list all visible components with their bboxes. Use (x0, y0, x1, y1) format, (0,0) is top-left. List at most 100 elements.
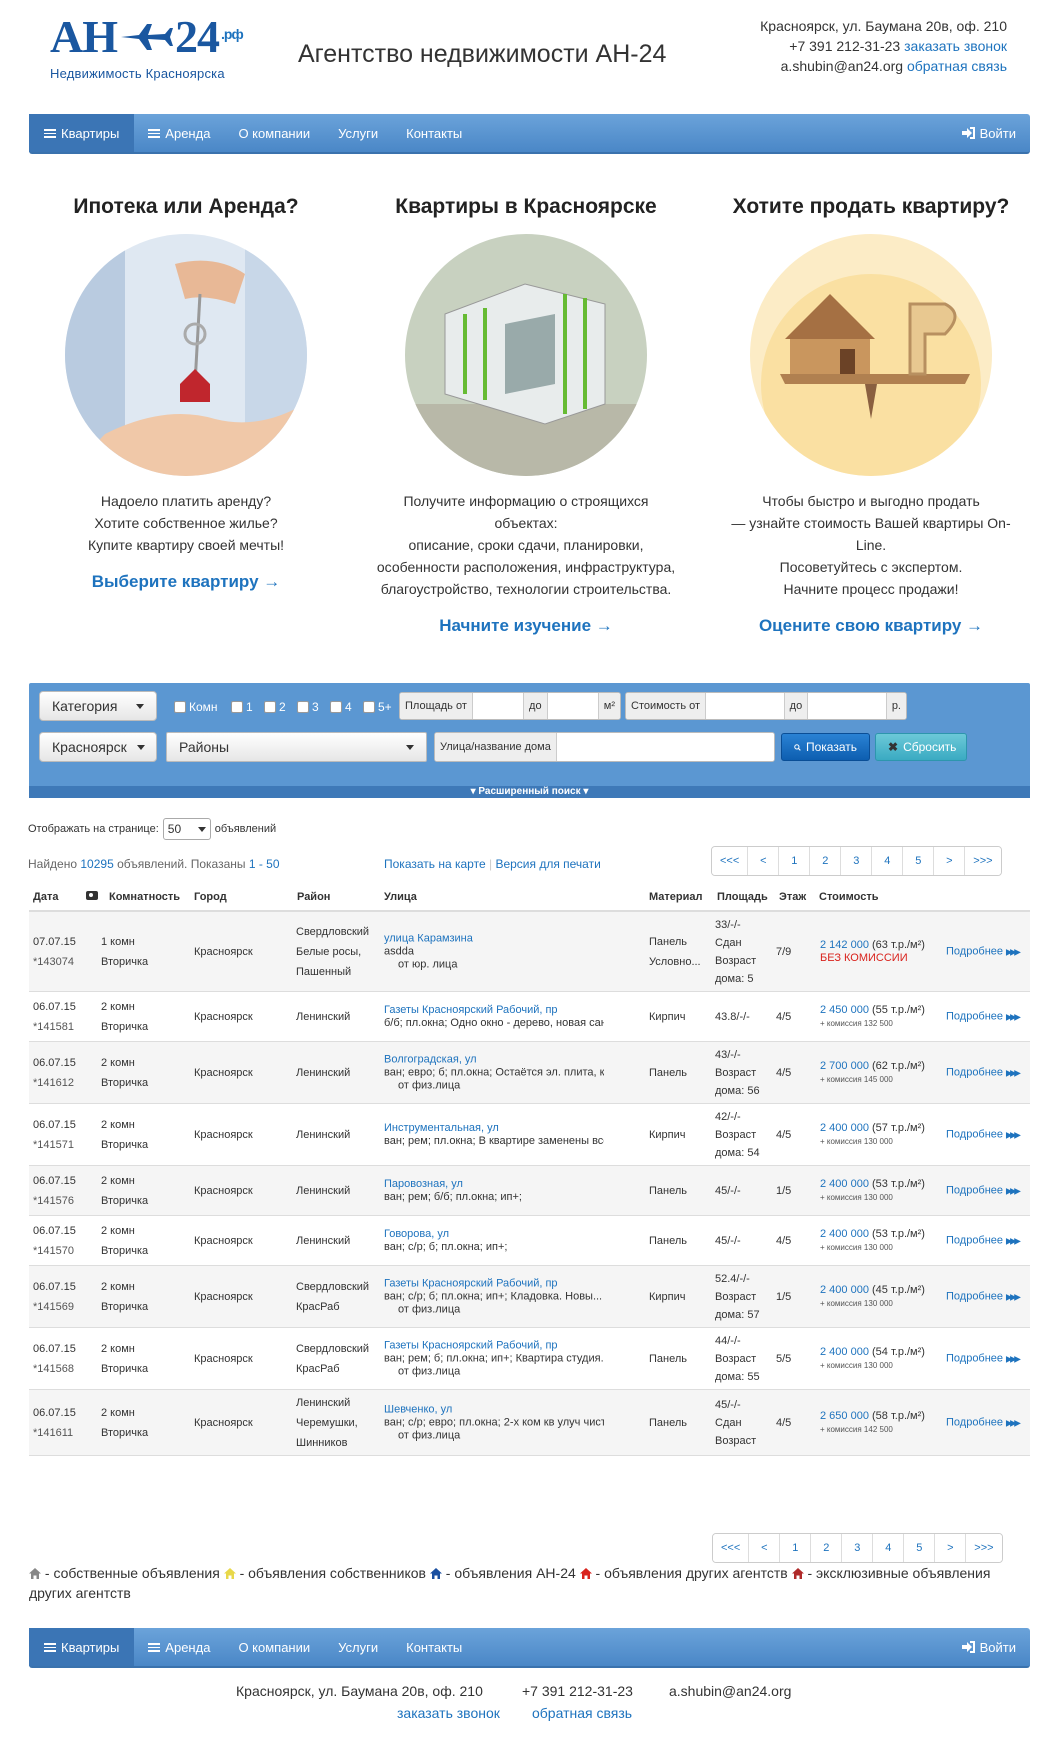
page-last[interactable]: >>> (965, 1534, 1002, 1562)
show-on-map-link[interactable]: Показать на карте (384, 857, 486, 871)
page-1[interactable]: 1 (778, 847, 810, 875)
price-from-input[interactable] (706, 693, 784, 719)
nav-contacts[interactable]: Контакты (392, 114, 476, 152)
page-first[interactable]: <<< (712, 847, 748, 875)
nav-rent[interactable]: Аренда (134, 114, 224, 152)
start-study-link[interactable]: Начните изучение → (376, 616, 676, 636)
rooms-4-checkbox[interactable]: 4 (330, 700, 352, 714)
nav-services[interactable]: Услуги (324, 1628, 392, 1666)
nav-contacts[interactable]: Контакты (392, 1628, 476, 1666)
col-area[interactable]: Площадь (717, 891, 768, 903)
street-link[interactable]: улица Карамзина (384, 932, 473, 944)
area-to-input[interactable] (547, 693, 598, 719)
nav-services[interactable]: Услуги (324, 114, 392, 152)
login-button[interactable]: Войти (948, 1628, 1030, 1666)
col-floor[interactable]: Этаж (779, 891, 806, 903)
districts-select[interactable]: Районы (166, 732, 427, 762)
callback-link[interactable]: заказать звонок (904, 38, 1007, 54)
per-page-select[interactable]: 50 (162, 818, 211, 840)
page-1[interactable]: 1 (779, 1534, 811, 1562)
street-input[interactable] (556, 733, 774, 761)
category-dropdown[interactable]: Категория (39, 691, 157, 721)
page-2[interactable]: 2 (809, 847, 841, 875)
page-4[interactable]: 4 (871, 847, 903, 875)
col-material[interactable]: Материал (649, 891, 703, 903)
nav-rent[interactable]: Аренда (134, 1628, 224, 1666)
page-3[interactable]: 3 (841, 1534, 873, 1562)
col-street[interactable]: Улица (384, 891, 417, 903)
area-from-input[interactable] (472, 693, 524, 719)
details-link[interactable]: Подробнее ▶▶▶ (946, 1286, 1021, 1307)
advanced-search-toggle[interactable]: ▾ Расширенный поиск ▾ (29, 786, 1030, 798)
feedback-link[interactable]: обратная связь (907, 58, 1007, 74)
page-last[interactable]: >>> (964, 847, 1001, 875)
rooms-1-checkbox[interactable]: 1 (231, 700, 253, 714)
street-link[interactable]: Газеты Красноярский Рабочий, пр (384, 1339, 558, 1351)
rooms-any-checkbox[interactable]: Комн (174, 700, 218, 714)
rooms-5plus-checkbox[interactable]: 5+ (363, 700, 392, 714)
cell-rooms: 2 комн Вторичка (101, 1339, 148, 1379)
cell-text: 4/5 (776, 1416, 792, 1429)
table-row[interactable]: 06.07.15 *141570 2 комн Вторичка Красноярск Л… (29, 1216, 1030, 1266)
nav-apartments[interactable]: Квартиры (29, 114, 135, 152)
city-dropdown[interactable]: Красноярск (39, 732, 157, 762)
page-5[interactable]: 5 (902, 847, 934, 875)
table-row[interactable]: 07.07.15 *143074 1 комн Вторичка Красноярск С… (29, 912, 1030, 992)
table-row[interactable]: 06.07.15 *141571 2 комн Вторичка Красноярск Л… (29, 1104, 1030, 1166)
reset-button[interactable]: ✖ Сбросить (875, 733, 967, 761)
page-5[interactable]: 5 (903, 1534, 935, 1562)
street-link[interactable]: Газеты Красноярский Рабочий, пр (384, 1004, 558, 1016)
table-row[interactable]: 06.07.15 *141612 2 комн Вторичка Красноярск Л… (29, 1042, 1030, 1104)
street-link[interactable]: Инструментальная, ул (384, 1122, 499, 1134)
col-city[interactable]: Город (194, 891, 227, 903)
table-row[interactable]: 06.07.15 *141611 2 комн Вторичка Красноярск Л… (29, 1390, 1030, 1456)
street-link[interactable]: Шевченко, ул (384, 1403, 452, 1415)
details-link[interactable]: Подробнее ▶▶▶ (946, 941, 1021, 962)
page-prev[interactable]: < (748, 1534, 780, 1562)
cell-text: 4/5 (776, 1066, 792, 1079)
page-4[interactable]: 4 (872, 1534, 904, 1562)
col-district[interactable]: Район (297, 891, 330, 903)
page-3[interactable]: 3 (840, 847, 872, 875)
col-rooms[interactable]: Комнатность (109, 891, 180, 903)
footer-feedback-link[interactable]: обратная связь (532, 1705, 632, 1721)
details-link[interactable]: Подробнее ▶▶▶ (946, 1348, 1021, 1369)
nav-about[interactable]: О компании (224, 114, 324, 152)
page-2[interactable]: 2 (810, 1534, 842, 1562)
details-link[interactable]: Подробнее ▶▶▶ (946, 1124, 1021, 1145)
details-link[interactable]: Подробнее ▶▶▶ (946, 1412, 1021, 1433)
rooms-2-checkbox[interactable]: 2 (264, 700, 286, 714)
price-to-input[interactable] (808, 693, 886, 719)
show-button[interactable]: Показать (781, 733, 870, 761)
page-first[interactable]: <<< (713, 1534, 749, 1562)
street-link[interactable]: Волгоградская, ул (384, 1053, 477, 1065)
details-link[interactable]: Подробнее ▶▶▶ (946, 1006, 1021, 1027)
cell-area: 52.4/-/- Возраст дома: 57 (715, 1270, 760, 1324)
col-price[interactable]: Стоимость (819, 891, 879, 903)
table-row[interactable]: 06.07.15 *141581 2 комн Вторичка Красноярск Л… (29, 992, 1030, 1042)
details-link[interactable]: Подробнее ▶▶▶ (946, 1230, 1021, 1251)
street-link[interactable]: Паровозная, ул (384, 1178, 463, 1190)
rooms-3-checkbox[interactable]: 3 (297, 700, 319, 714)
table-row[interactable]: 06.07.15 *141569 2 комн Вторичка Красноярск С… (29, 1266, 1030, 1328)
cell-material: Панель Условно... (649, 932, 701, 972)
print-version-link[interactable]: Версия для печати (495, 857, 600, 871)
table-row[interactable]: 06.07.15 *141568 2 комн Вторичка Красноярск С… (29, 1328, 1030, 1390)
login-button[interactable]: Войти (948, 114, 1030, 152)
estimate-apartment-link[interactable]: Оцените свою квартиру → (721, 616, 1021, 636)
table-row[interactable]: 06.07.15 *141576 2 комн Вторичка Красноярск Л… (29, 1166, 1030, 1216)
page-next[interactable]: > (934, 1534, 966, 1562)
street-link[interactable]: Говорова, ул (384, 1228, 449, 1240)
page-prev[interactable]: < (747, 847, 779, 875)
col-date[interactable]: Дата (33, 891, 58, 903)
nav-about[interactable]: О компании (224, 1628, 324, 1666)
nav-apartments[interactable]: Квартиры (29, 1628, 135, 1666)
details-link[interactable]: Подробнее ▶▶▶ (946, 1180, 1021, 1201)
choose-apartment-link[interactable]: Выберите квартиру → (36, 572, 336, 592)
checkbox-icon (174, 701, 186, 713)
details-link[interactable]: Подробнее ▶▶▶ (946, 1062, 1021, 1083)
page-next[interactable]: > (933, 847, 965, 875)
footer-callback-link[interactable]: заказать звонок (397, 1705, 500, 1721)
logo[interactable]: АН 24 .рф Недвижимость Красноярска (50, 10, 280, 82)
street-link[interactable]: Газеты Красноярский Рабочий, пр (384, 1277, 558, 1289)
